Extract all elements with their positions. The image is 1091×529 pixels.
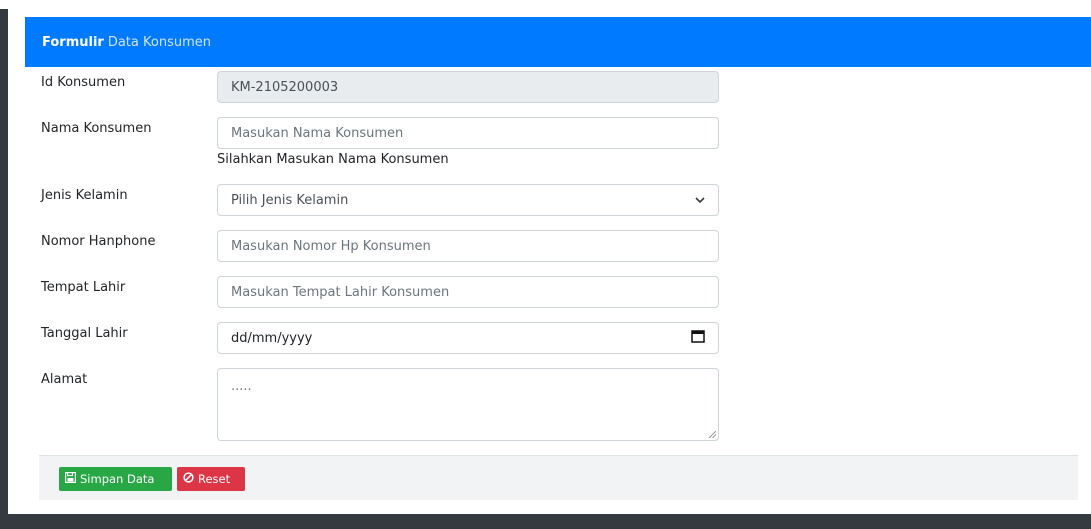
nama-konsumen-placeholder: Masukan Nama Konsumen (231, 125, 404, 141)
jenis-kelamin-selected: Pilih Jenis Kelamin (231, 192, 349, 208)
reset-label: Reset (198, 472, 231, 486)
window-bottom-strip (0, 514, 1091, 529)
floppy-disk-icon (65, 472, 80, 486)
alamat-textarea[interactable]: ..... (217, 368, 719, 441)
id-konsumen-label: Id Konsumen (41, 75, 126, 90)
card-footer: Simpan Data Reset (39, 455, 1078, 500)
tanggal-lahir-label: Tanggal Lahir (41, 326, 128, 341)
jenis-kelamin-label: Jenis Kelamin (41, 188, 128, 203)
tempat-lahir-label: Tempat Lahir (41, 280, 126, 295)
nomor-hp-input[interactable]: Masukan Nomor Hp Konsumen (217, 230, 719, 262)
nomor-hp-placeholder: Masukan Nomor Hp Konsumen (231, 238, 431, 254)
chevron-down-icon (695, 193, 705, 208)
simpan-data-button[interactable]: Simpan Data (59, 467, 172, 491)
tempat-lahir-input[interactable]: Masukan Tempat Lahir Konsumen (217, 276, 719, 308)
nomor-hp-label: Nomor Hanphone (41, 234, 156, 249)
resize-grip-icon[interactable] (709, 431, 716, 438)
simpan-data-label: Simpan Data (80, 472, 155, 486)
id-konsumen-value: KM-2105200003 (231, 79, 339, 95)
nama-konsumen-help: Silahkan Masukan Nama Konsumen (217, 152, 449, 167)
window-top-strip (0, 0, 1091, 9)
jenis-kelamin-select[interactable]: Pilih Jenis Kelamin (217, 184, 719, 216)
calendar-icon[interactable] (691, 329, 705, 347)
nama-konsumen-input[interactable]: Masukan Nama Konsumen (217, 117, 719, 149)
ban-icon (183, 472, 198, 486)
alamat-label: Alamat (41, 372, 88, 387)
tanggal-lahir-placeholder: dd/mm/yyyy (231, 330, 313, 346)
header-title-bold: Formulir (42, 34, 104, 50)
id-konsumen-field: KM-2105200003 (217, 71, 719, 103)
nama-konsumen-label: Nama Konsumen (41, 121, 152, 136)
card-header: Formulir Data Konsumen (25, 17, 1091, 67)
tempat-lahir-placeholder: Masukan Tempat Lahir Konsumen (231, 284, 450, 300)
reset-button[interactable]: Reset (177, 467, 245, 491)
alamat-placeholder: ..... (231, 379, 252, 394)
header-title-rest: Data Konsumen (107, 34, 211, 50)
tanggal-lahir-input[interactable]: dd/mm/yyyy (217, 322, 719, 354)
form-card: Formulir Data Konsumen Id Konsumen KM-21… (8, 9, 1091, 514)
